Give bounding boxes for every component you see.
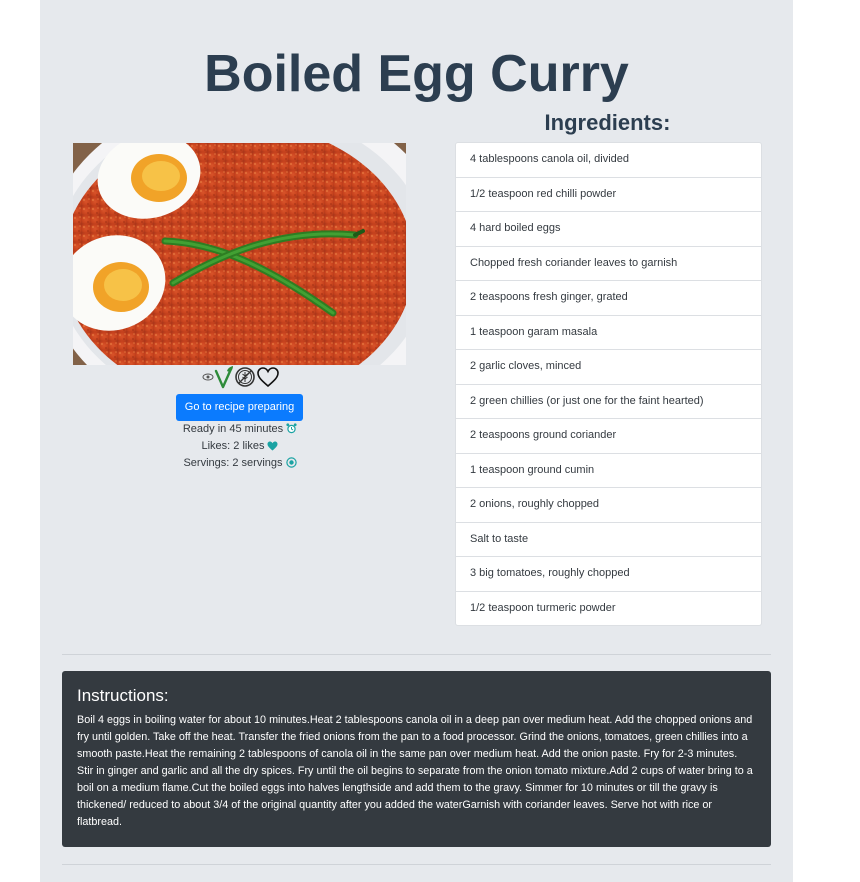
alarm-clock-icon bbox=[286, 423, 297, 434]
ingredient-item: 3 big tomatoes, roughly chopped bbox=[456, 556, 761, 591]
ready-time: Ready in 45 minutes bbox=[40, 421, 440, 438]
likes: Likes: 2 likes bbox=[40, 438, 440, 455]
ingredients-heading: Ingredients: bbox=[544, 110, 671, 135]
ingredient-item: Chopped fresh coriander leaves to garnis… bbox=[456, 245, 761, 281]
ingredients-list: 4 tablespoons canola oil, divided 1/2 te… bbox=[455, 142, 762, 626]
ingredient-item: 4 tablespoons canola oil, divided bbox=[470, 153, 630, 165]
ingredient-item: 2 garlic cloves, minced bbox=[456, 349, 761, 384]
ingredient-item: 1/2 teaspoon red chilli powder bbox=[456, 176, 761, 212]
diet-badges bbox=[200, 365, 280, 389]
servings-icon bbox=[285, 457, 297, 468]
ingredient-item: 1 teaspoon garam masala bbox=[456, 314, 761, 350]
instructions-text: Boil 4 eggs in boiling water for about 1… bbox=[77, 714, 753, 828]
recipe-image bbox=[73, 143, 406, 365]
likes-text: Likes: 2 likes bbox=[201, 440, 265, 452]
recipe-page: Boiled Egg Curry Go to recipe preparing … bbox=[40, 0, 793, 882]
servings: Servings: 2 servings bbox=[40, 455, 440, 472]
divider bbox=[62, 864, 771, 865]
ingredient-item: Salt to taste bbox=[456, 521, 761, 557]
heart-outline-icon[interactable] bbox=[256, 365, 280, 389]
instructions-heading: Instructions: bbox=[77, 686, 169, 705]
ingredient-item: 2 green chillies (or just one for the fa… bbox=[456, 383, 761, 419]
ingredient-item: 1 teaspoon ground cumin bbox=[456, 452, 761, 488]
ingredient-item: 2 teaspoons ground coriander bbox=[456, 418, 761, 453]
ready-time-text: Ready in 45 minutes bbox=[182, 423, 284, 435]
recipe-title: Boiled Egg Curry bbox=[204, 45, 629, 103]
ingredient-item: 2 onions, roughly chopped bbox=[456, 487, 761, 522]
instructions-panel: Instructions: Boil 4 eggs in boiling wat… bbox=[62, 671, 771, 847]
ingredient-item: 2 teaspoons fresh ginger, grated bbox=[456, 280, 761, 315]
gluten-free-icon bbox=[235, 367, 255, 387]
eye-icon bbox=[202, 373, 214, 381]
vegetarian-icon bbox=[214, 366, 233, 389]
ingredient-item: 4 hard boiled eggs bbox=[456, 211, 761, 246]
heart-icon bbox=[267, 441, 278, 451]
go-to-recipe-button[interactable]: Go to recipe preparing bbox=[176, 394, 303, 421]
servings-text: Servings: 2 servings bbox=[183, 457, 283, 469]
ingredient-item: 1/2 teaspoon turmeric powder bbox=[456, 590, 761, 626]
divider bbox=[62, 654, 771, 655]
